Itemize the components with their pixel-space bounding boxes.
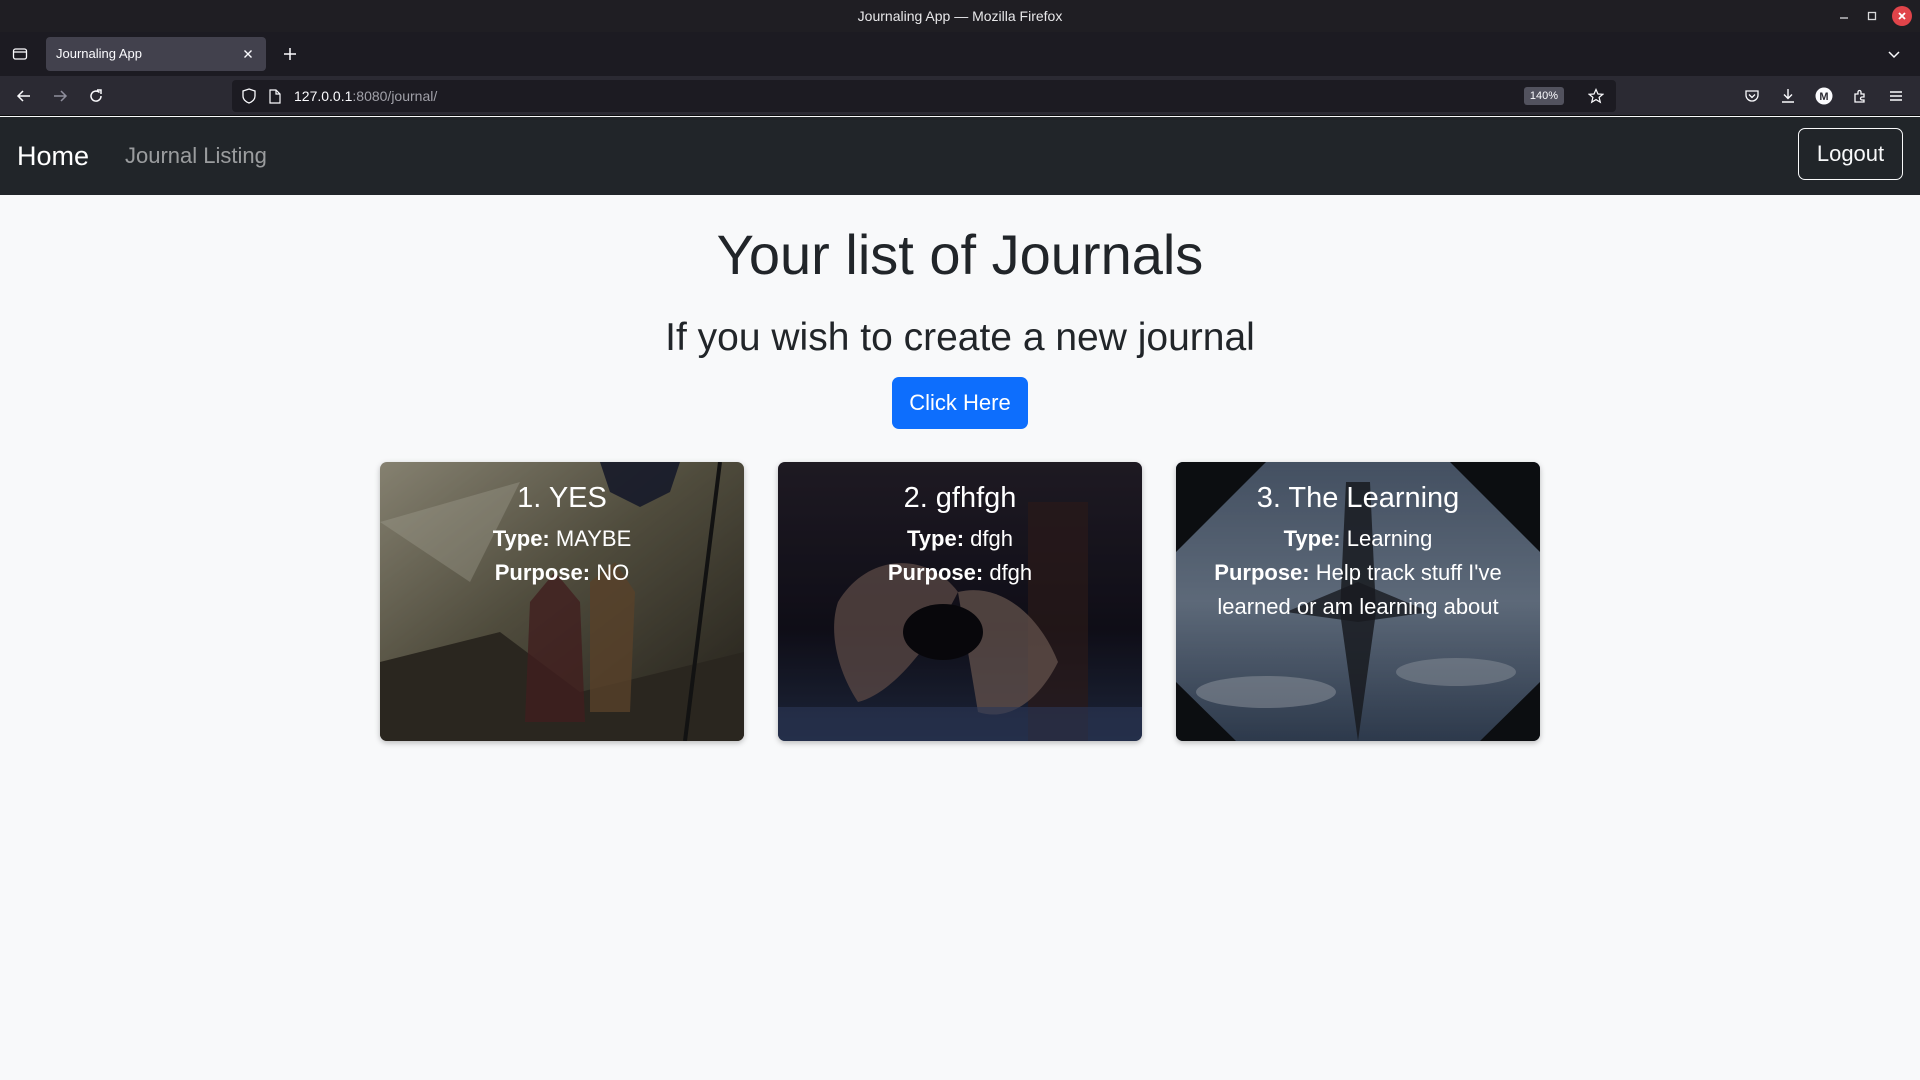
journal-card-body: 1. YES Type: MAYBE Purpose: NO bbox=[380, 480, 744, 590]
journal-card-body: 2. gfhfgh Type: dfgh Purpose: dfgh bbox=[778, 480, 1142, 590]
address-bar[interactable]: 127.0.0.1:8080/journal/ 140% bbox=[232, 80, 1616, 112]
journal-type-label: Type: bbox=[907, 525, 965, 551]
create-journal-button[interactable]: Click Here bbox=[892, 377, 1028, 429]
site-navbar: Home Journal Listing Logout bbox=[0, 117, 1920, 195]
browser-tab[interactable]: Journaling App bbox=[46, 37, 266, 71]
back-icon[interactable] bbox=[8, 80, 40, 112]
downloads-icon[interactable] bbox=[1772, 80, 1804, 112]
journal-purpose: Purpose: Help track stuff I've learned o… bbox=[1196, 556, 1520, 624]
journal-purpose-value: dfgh bbox=[989, 559, 1033, 585]
journal-purpose-value: NO bbox=[596, 559, 630, 585]
journal-purpose: Purpose: dfgh bbox=[798, 556, 1122, 590]
tab-list-icon[interactable] bbox=[8, 42, 32, 66]
pocket-icon[interactable] bbox=[1736, 80, 1768, 112]
window-titlebar: Journaling App — Mozilla Firefox bbox=[0, 0, 1920, 32]
journal-card-body: 3. The Learning Type: Learning Purpose: … bbox=[1176, 480, 1540, 624]
tab-close-icon[interactable] bbox=[236, 42, 260, 66]
window-title: Journaling App — Mozilla Firefox bbox=[857, 8, 1063, 24]
journal-type: Type: MAYBE bbox=[400, 522, 724, 556]
journal-purpose-label: Purpose: bbox=[887, 559, 984, 585]
journal-listing-link[interactable]: Journal Listing bbox=[125, 117, 267, 195]
page-title: Your list of Journals bbox=[716, 223, 1204, 286]
journal-type-label: Type: bbox=[492, 525, 550, 551]
browser-toolbar: 127.0.0.1:8080/journal/ 140% M bbox=[0, 76, 1920, 116]
tab-strip: Journaling App bbox=[0, 32, 1920, 76]
chevron-down-icon[interactable] bbox=[1882, 42, 1906, 66]
url-host: 127.0.0.1 bbox=[294, 88, 353, 104]
journal-type: Type: dfgh bbox=[798, 522, 1122, 556]
logout-button[interactable]: Logout bbox=[1798, 128, 1903, 180]
journal-card-title[interactable]: 1. YES bbox=[400, 480, 724, 518]
journal-card[interactable]: 2. gfhfgh Type: dfgh Purpose: dfgh bbox=[778, 462, 1142, 741]
page-subtitle: If you wish to create a new journal bbox=[665, 316, 1255, 359]
journal-type-value: MAYBE bbox=[555, 525, 632, 551]
home-link[interactable]: Home bbox=[17, 117, 89, 195]
journal-type-value: dfgh bbox=[970, 525, 1013, 551]
page-icon[interactable] bbox=[266, 87, 284, 105]
maximize-icon[interactable] bbox=[1862, 6, 1882, 26]
journal-type-value: Learning bbox=[1346, 525, 1433, 551]
menu-icon[interactable] bbox=[1880, 80, 1912, 112]
url-path: :8080/journal/ bbox=[352, 88, 438, 104]
journal-purpose-label: Purpose: bbox=[494, 559, 591, 585]
journal-type-label: Type: bbox=[1283, 525, 1341, 551]
journal-card-title[interactable]: 3. The Learning bbox=[1196, 480, 1520, 518]
url-text[interactable]: 127.0.0.1:8080/journal/ bbox=[294, 80, 437, 112]
svg-text:M: M bbox=[1819, 91, 1828, 103]
account-avatar-icon[interactable]: M bbox=[1808, 80, 1840, 112]
bookmark-star-icon[interactable] bbox=[1586, 86, 1606, 106]
journal-card[interactable]: 3. The Learning Type: Learning Purpose: … bbox=[1176, 462, 1540, 741]
new-tab-icon[interactable] bbox=[278, 42, 302, 66]
shield-icon[interactable] bbox=[240, 87, 258, 105]
tab-title: Journaling App bbox=[56, 46, 143, 61]
minimize-icon[interactable] bbox=[1834, 6, 1854, 26]
forward-icon[interactable] bbox=[44, 80, 76, 112]
journal-card-title[interactable]: 2. gfhfgh bbox=[798, 480, 1122, 518]
reload-icon[interactable] bbox=[80, 80, 112, 112]
window-close-icon[interactable] bbox=[1892, 6, 1912, 26]
zoom-badge[interactable]: 140% bbox=[1523, 87, 1564, 105]
journal-type: Type: Learning bbox=[1196, 522, 1520, 556]
journal-purpose-label: Purpose: bbox=[1214, 559, 1310, 585]
journal-purpose: Purpose: NO bbox=[400, 556, 724, 590]
journal-card[interactable]: 1. YES Type: MAYBE Purpose: NO bbox=[380, 462, 744, 741]
extensions-icon[interactable] bbox=[1844, 80, 1876, 112]
